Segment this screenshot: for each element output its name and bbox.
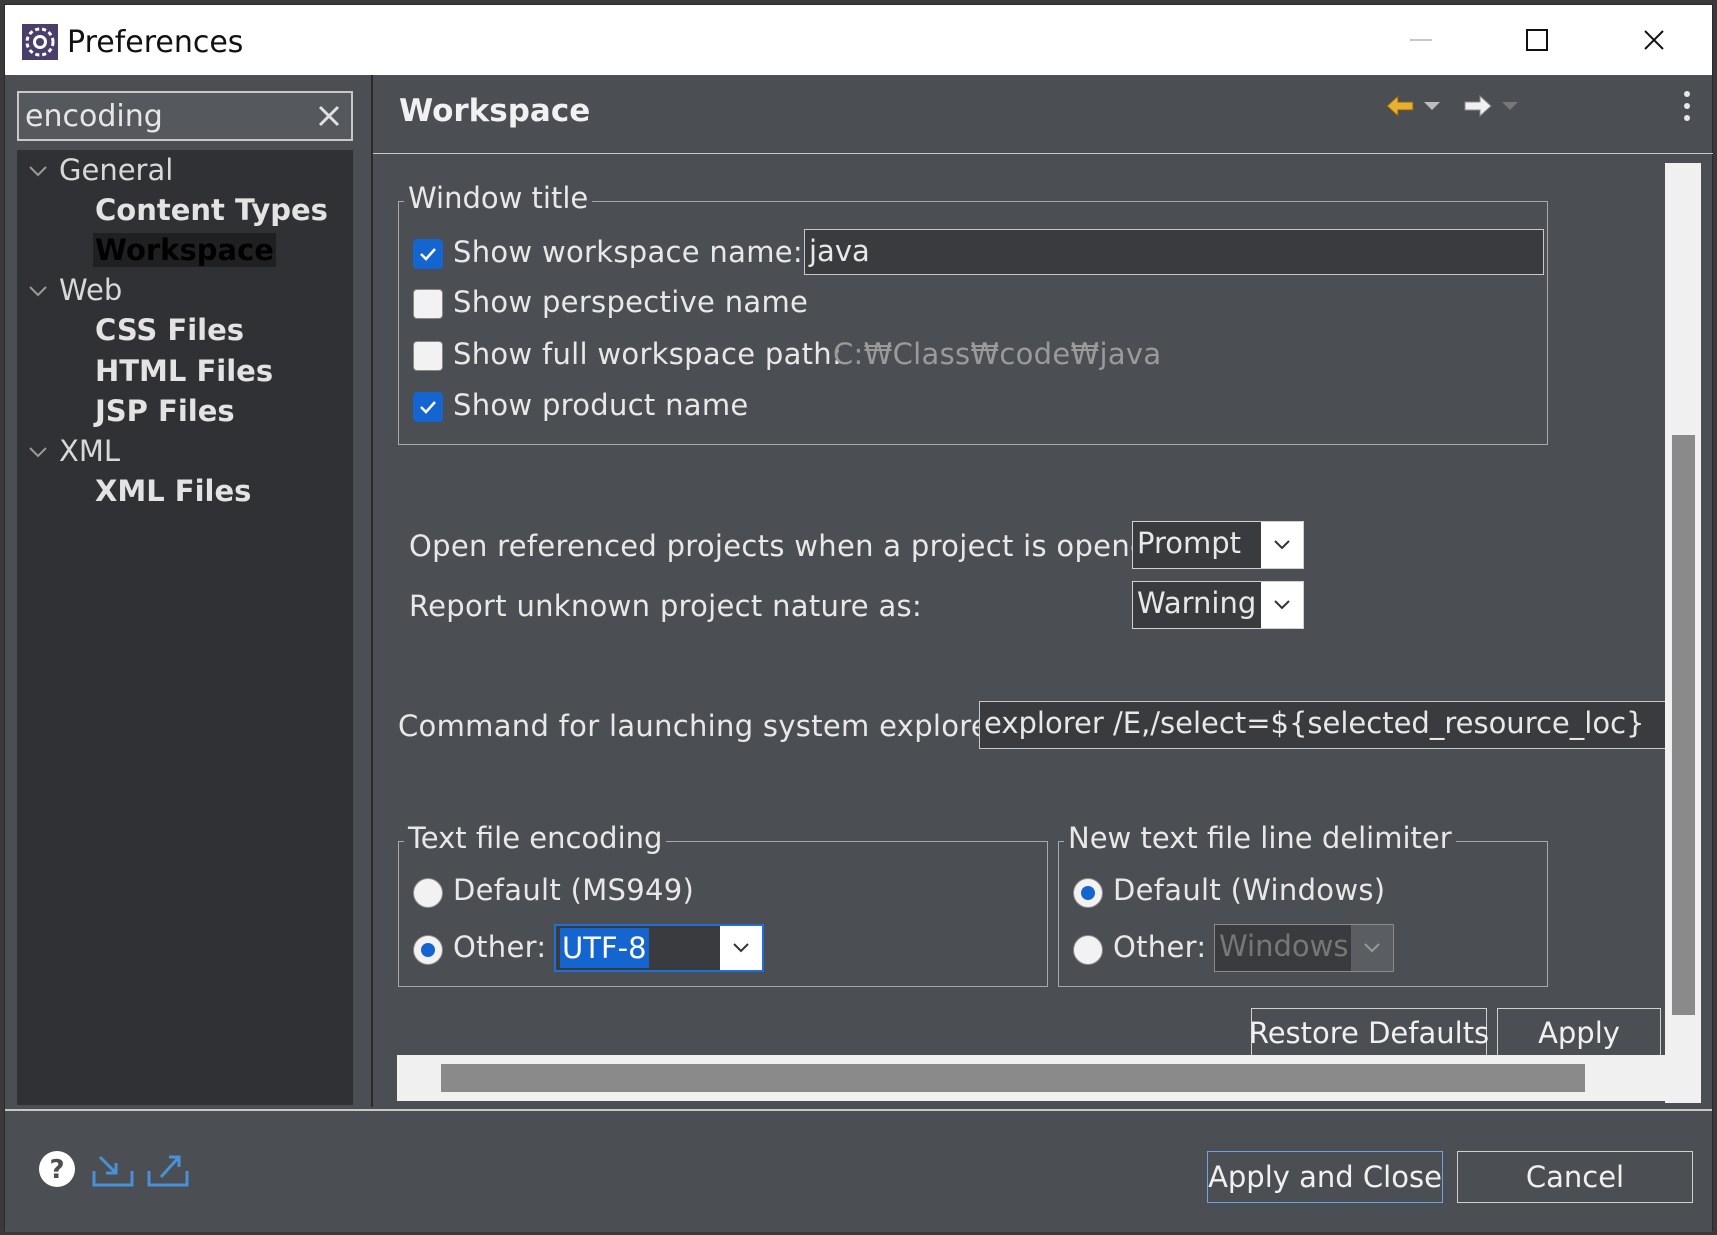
chevron-down-icon[interactable]: [27, 280, 49, 302]
open-referenced-value: Prompt: [1137, 526, 1242, 560]
tree-item-label: CSS Files: [95, 313, 245, 347]
show-workspace-name-checkbox[interactable]: [413, 239, 443, 269]
tree-item-label: Content Types: [95, 193, 328, 227]
explorer-command-input[interactable]: explorer /E,/select=${selected_resource_…: [979, 701, 1669, 749]
show-perspective-name-label: Show perspective name: [453, 285, 809, 319]
apply-button[interactable]: Apply: [1497, 1008, 1661, 1058]
show-full-workspace-path-label: Show full workspace path:: [453, 337, 843, 371]
show-full-workspace-path-checkbox[interactable]: [413, 341, 443, 371]
preferences-dialog: Preferences General Content Types Worksp…: [4, 4, 1713, 1232]
encoding-select[interactable]: UTF-8: [554, 924, 764, 972]
show-workspace-name-label: Show workspace name:: [453, 235, 803, 269]
tree-item-label: HTML Files: [95, 354, 274, 388]
restore-defaults-button[interactable]: Restore Defaults: [1249, 1008, 1489, 1058]
tree-item-label: XML: [59, 434, 121, 468]
help-icon[interactable]: ?: [37, 1149, 77, 1189]
import-icon[interactable]: [90, 1151, 136, 1189]
tree-item-label: JSP Files: [95, 394, 235, 428]
horizontal-scrollbar-thumb[interactable]: [441, 1064, 1585, 1092]
chevron-down-icon: [1274, 600, 1290, 610]
checkmark-icon: [420, 248, 436, 261]
navigation-panel: General Content Types Workspace Web CSS …: [5, 75, 371, 1107]
menu-icon[interactable]: [1683, 90, 1691, 122]
line-delimiter-legend: New text file line delimiter: [1064, 821, 1456, 855]
filter-input[interactable]: [23, 95, 303, 137]
workspace-name-input[interactable]: java: [804, 229, 1544, 275]
filter-box: [17, 91, 353, 141]
tree-item-label: General: [59, 153, 174, 187]
chevron-down-icon[interactable]: [27, 160, 49, 182]
back-dropdown-icon[interactable]: [1423, 100, 1441, 112]
show-perspective-name-checkbox[interactable]: [413, 289, 443, 319]
clear-icon[interactable]: [315, 102, 343, 130]
page-header: Workspace: [373, 75, 1713, 155]
show-product-name-checkbox[interactable]: [413, 392, 443, 422]
open-referenced-label: Open referenced projects when a project …: [409, 529, 1177, 563]
delimiter-select: Windows: [1214, 924, 1394, 972]
explorer-command-label: Command for launching system explorer:: [398, 709, 1011, 743]
svg-text:?: ?: [49, 1155, 64, 1185]
title-bar: Preferences: [5, 5, 1712, 75]
report-unknown-label: Report unknown project nature as:: [409, 589, 923, 623]
close-button[interactable]: [1596, 5, 1712, 75]
tree-item-label: Web: [59, 273, 123, 307]
encoding-default-label: Default (MS949): [453, 873, 695, 907]
report-unknown-value: Warning: [1137, 586, 1257, 620]
text-file-encoding-legend: Text file encoding: [404, 821, 667, 855]
workspace-page: Window title Show workspace name: java S…: [373, 155, 1713, 1105]
chevron-down-icon: [733, 943, 749, 953]
preference-tree: General Content Types Workspace Web CSS …: [17, 150, 353, 1105]
cancel-button[interactable]: Cancel: [1457, 1151, 1693, 1203]
window-title: Preferences: [67, 25, 244, 60]
export-icon[interactable]: [145, 1149, 191, 1189]
minimize-icon: [1410, 39, 1432, 41]
window-title-legend: Window title: [404, 181, 593, 215]
chevron-down-icon[interactable]: [27, 441, 49, 463]
page-title: Workspace: [399, 93, 591, 129]
app-icon: [22, 24, 58, 60]
encoding-default-radio[interactable]: [413, 878, 443, 908]
back-arrow-icon[interactable]: [1385, 93, 1415, 119]
dialog-footer: ? Apply and Close Cancel: [5, 1111, 1712, 1232]
chevron-down-icon: [1364, 943, 1380, 953]
maximize-icon: [1526, 29, 1548, 51]
tree-item-css-files[interactable]: CSS Files: [95, 310, 244, 350]
forward-dropdown-icon[interactable]: [1501, 100, 1519, 112]
workspace-path-value: C:₩Class₩code₩java: [833, 337, 1162, 371]
apply-and-close-button[interactable]: Apply and Close: [1207, 1151, 1443, 1203]
vertical-scrollbar-thumb[interactable]: [1672, 435, 1695, 1015]
open-referenced-select[interactable]: Prompt: [1132, 521, 1304, 569]
delimiter-other-label: Other:: [1113, 930, 1207, 964]
close-icon: [1644, 30, 1664, 50]
tree-item-web[interactable]: Web: [59, 270, 122, 310]
encoding-other-label: Other:: [453, 930, 547, 964]
minimize-button[interactable]: [1363, 5, 1479, 75]
delimiter-default-label: Default (Windows): [1113, 873, 1386, 907]
encoding-value: UTF-8: [560, 928, 649, 968]
tree-item-workspace[interactable]: Workspace: [93, 230, 276, 270]
report-unknown-select[interactable]: Warning: [1132, 581, 1304, 629]
tree-item-html-files[interactable]: HTML Files: [95, 351, 273, 391]
forward-arrow-icon[interactable]: [1463, 93, 1493, 119]
checkmark-icon: [420, 401, 436, 414]
chevron-down-icon: [1274, 540, 1290, 550]
maximize-button[interactable]: [1479, 5, 1595, 75]
tree-item-content-types[interactable]: Content Types: [95, 190, 328, 230]
tree-item-label: XML Files: [95, 474, 252, 508]
encoding-other-radio[interactable]: [413, 935, 443, 965]
show-product-name-label: Show product name: [453, 388, 749, 422]
delimiter-other-radio[interactable]: [1073, 935, 1103, 965]
header-separator: [373, 153, 1713, 154]
delimiter-value: Windows: [1219, 929, 1349, 963]
tree-item-label: Workspace: [93, 233, 276, 267]
tree-item-jsp-files[interactable]: JSP Files: [95, 391, 235, 431]
tree-item-general[interactable]: General: [59, 150, 173, 190]
tree-item-xml-files[interactable]: XML Files: [95, 471, 251, 511]
delimiter-default-radio[interactable]: [1073, 878, 1103, 908]
tree-item-xml[interactable]: XML: [59, 431, 120, 471]
